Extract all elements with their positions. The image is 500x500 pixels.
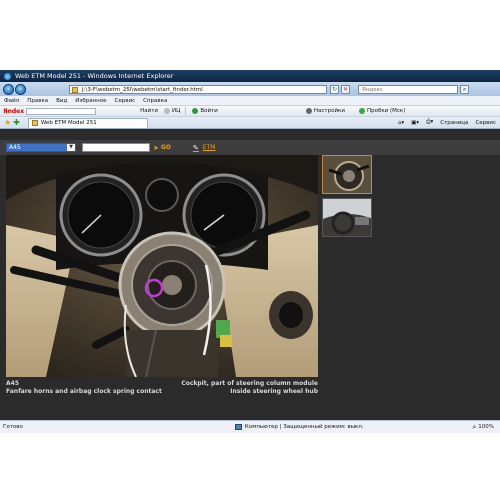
tab-bar: ★ ✚ Web ETM Model 251 ⌂▾ ▣▾ ⎙▾ Страница … bbox=[0, 117, 500, 129]
yandex-search-input[interactable] bbox=[26, 107, 97, 115]
wrench-icon: ✎ bbox=[192, 143, 199, 152]
chevron-down-icon: ▼ bbox=[67, 144, 75, 151]
login-icon bbox=[192, 108, 199, 114]
print-icon[interactable]: ⎙▾ bbox=[426, 119, 433, 126]
search-icon[interactable]: ⌕ bbox=[460, 84, 469, 94]
web-content: A45 ▼ ➤ GO ✎ ETM A45 Cockpit, part of st… bbox=[0, 140, 500, 420]
cockpit-photo bbox=[6, 155, 318, 377]
menu-edit[interactable]: Правка bbox=[27, 98, 48, 104]
zoom-icon: ⌕ bbox=[472, 422, 477, 431]
zoom-control[interactable]: ⌕ 100% bbox=[472, 423, 494, 432]
window-title: Web ETM Model 251 - Windows Internet Exp… bbox=[15, 72, 174, 80]
menu-bar: Файл Правка Вид Избранное Сервис Справка bbox=[0, 96, 500, 106]
home-icon[interactable]: ⌂▾ bbox=[398, 120, 404, 126]
etm-link[interactable]: ✎ ETM bbox=[193, 144, 216, 152]
feeds-icon[interactable]: ▣▾ bbox=[411, 120, 419, 126]
ie-icon bbox=[4, 72, 11, 80]
etm-search-bar: A45 ▼ ➤ GO ✎ ETM bbox=[0, 140, 500, 155]
divider bbox=[185, 107, 187, 115]
go-button[interactable]: ➤ GO bbox=[153, 144, 171, 152]
find-button[interactable]: Найти bbox=[140, 108, 158, 114]
arrow-right-icon: ➤ bbox=[153, 143, 159, 152]
caption-location-detail: Inside steering wheel hub bbox=[230, 388, 318, 395]
gear-icon bbox=[305, 108, 312, 114]
yandex-logo: Яndex bbox=[3, 107, 25, 115]
security-zone[interactable]: Компьютер | Защищенный режим: выкл. bbox=[234, 424, 364, 430]
add-favorite-icon[interactable]: ✚ bbox=[13, 118, 20, 127]
yandex-toolbar: Яndex Найти ИЦ Войти Настройки Пробки (М… bbox=[0, 106, 500, 117]
tab-web-etm[interactable]: Web ETM Model 251 bbox=[27, 117, 148, 128]
browser-window: Web ETM Model 251 - Windows Internet Exp… bbox=[0, 70, 500, 433]
status-bar: Готово Компьютер | Защищенный режим: вык… bbox=[0, 420, 500, 433]
thumbnail-interior[interactable] bbox=[322, 198, 372, 237]
code-select[interactable]: A45 ▼ bbox=[6, 143, 76, 152]
title-bar: Web ETM Model 251 - Windows Internet Exp… bbox=[0, 70, 500, 82]
address-bar: ‹ › J:\3-F\webetm_25l\webetm\start_finde… bbox=[0, 82, 500, 96]
traffic-icon bbox=[358, 108, 365, 114]
page-menu[interactable]: Страница bbox=[440, 120, 468, 126]
chart-icon bbox=[164, 108, 170, 114]
menu-file[interactable]: Файл bbox=[4, 98, 19, 104]
menu-favorites[interactable]: Избранное bbox=[75, 98, 106, 104]
menu-view[interactable]: Вид bbox=[56, 98, 67, 104]
thumbnail-closeup-image bbox=[323, 156, 371, 193]
login-button[interactable]: Войти bbox=[192, 108, 218, 114]
caption-location: Cockpit, part of steering column module bbox=[181, 380, 318, 387]
forward-icon[interactable]: › bbox=[15, 83, 26, 95]
page-icon bbox=[31, 120, 38, 126]
traffic-label: Пробки (Мск) bbox=[366, 108, 406, 114]
thumbnail-closeup[interactable] bbox=[322, 155, 372, 194]
tools-menu[interactable]: Сервис bbox=[475, 120, 496, 126]
refresh-icon[interactable]: ↻ bbox=[330, 84, 339, 94]
settings-button[interactable]: Настройки bbox=[305, 108, 345, 114]
back-icon[interactable]: ‹ bbox=[3, 83, 14, 95]
tab-label: Web ETM Model 251 bbox=[40, 120, 97, 126]
url-input[interactable]: J:\3-F\webetm_25l\webetm\start_finder.ht… bbox=[69, 84, 327, 94]
zone-label: Компьютер | Защищенный режим: выкл. bbox=[244, 424, 364, 430]
code-input[interactable] bbox=[82, 143, 150, 152]
command-bar: ⌂▾ ▣▾ ⎙▾ Страница Сервис bbox=[391, 119, 500, 126]
traffic-button[interactable]: Пробки (Мск) bbox=[358, 108, 406, 114]
status-text: Готово bbox=[3, 424, 23, 430]
favorites-star-icon[interactable]: ★ bbox=[4, 118, 11, 127]
caption-description: Fanfare horns and airbag clock spring co… bbox=[6, 388, 162, 395]
menu-help[interactable]: Справка bbox=[143, 98, 167, 104]
menu-tools[interactable]: Сервис bbox=[115, 98, 136, 104]
computer-icon bbox=[234, 424, 242, 430]
iks-button[interactable]: ИЦ bbox=[164, 108, 180, 114]
etm-label: ETM bbox=[202, 144, 216, 151]
caption-code: A45 bbox=[6, 380, 19, 387]
url-text: J:\3-F\webetm_25l\webetm\start_finder.ht… bbox=[82, 86, 203, 93]
thumbnail-interior-image bbox=[323, 199, 371, 236]
login-label: Войти bbox=[200, 108, 218, 114]
search-input[interactable]: Яндекс bbox=[358, 84, 458, 94]
component-photo bbox=[6, 155, 318, 377]
zoom-level: 100% bbox=[478, 424, 494, 430]
component-caption: A45 Cockpit, part of steering column mod… bbox=[6, 380, 318, 396]
stop-icon[interactable]: ✕ bbox=[341, 84, 350, 94]
page-icon bbox=[72, 86, 78, 93]
go-label: GO bbox=[160, 144, 171, 151]
settings-label: Настройки bbox=[313, 108, 345, 114]
code-select-value: A45 bbox=[9, 144, 21, 151]
iks-label: ИЦ bbox=[172, 108, 181, 114]
